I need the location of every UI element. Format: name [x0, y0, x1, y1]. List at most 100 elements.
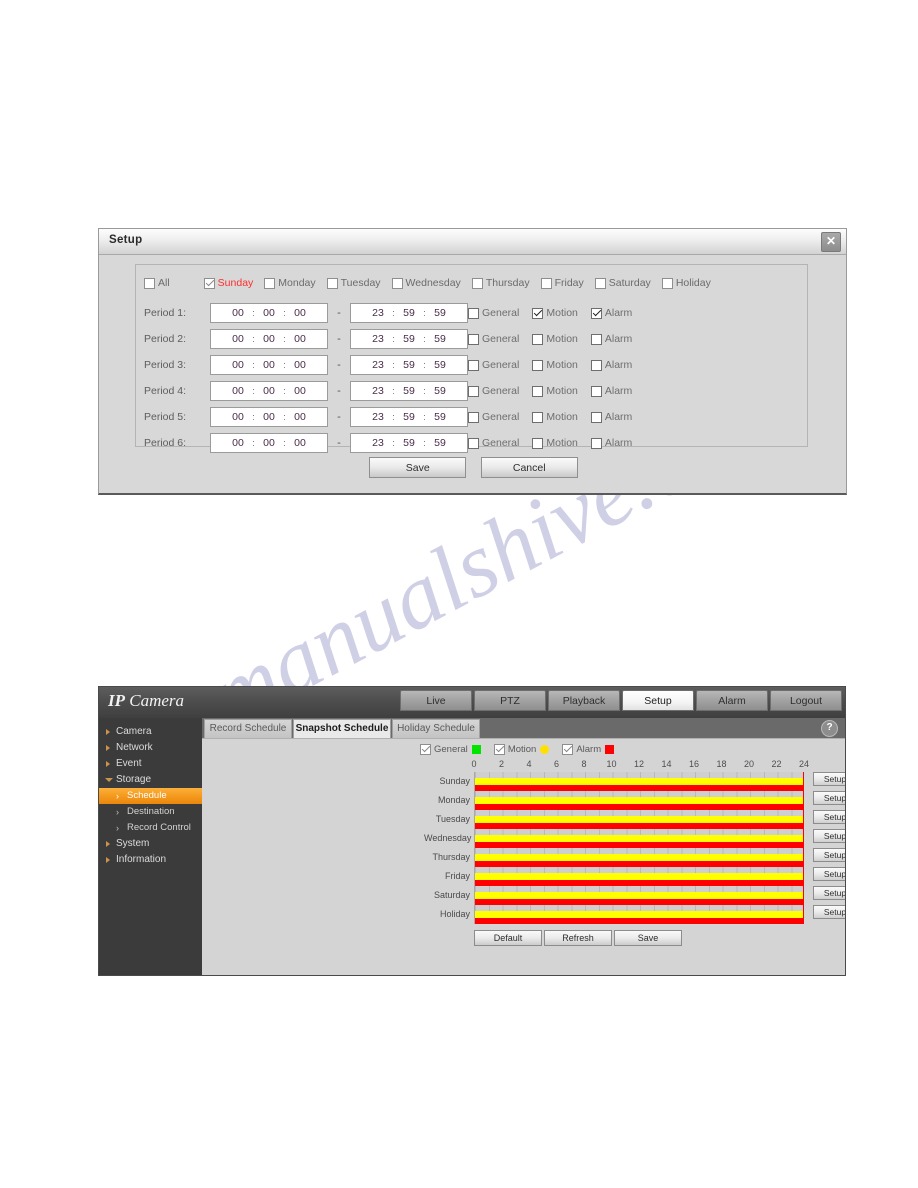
sidebar-item-network[interactable]: Network — [99, 740, 202, 756]
start-s[interactable]: 00 — [289, 437, 311, 449]
tab-snapshot-schedule[interactable]: Snapshot Schedule — [293, 719, 391, 738]
help-icon[interactable]: ? — [821, 720, 838, 737]
checkbox-icon[interactable] — [532, 333, 544, 345]
start-s[interactable]: 00 — [289, 411, 311, 423]
general-checkbox[interactable]: General — [468, 411, 519, 423]
end-m[interactable]: 59 — [398, 307, 420, 319]
end-h[interactable]: 23 — [367, 333, 389, 345]
end-s[interactable]: 59 — [429, 333, 451, 345]
legend-item-general[interactable]: General — [420, 744, 481, 755]
motion-checkbox[interactable]: Motion — [532, 359, 578, 371]
checkbox-icon[interactable] — [471, 277, 483, 289]
action-button-save[interactable]: Save — [614, 930, 682, 946]
checkbox-icon[interactable] — [590, 411, 602, 423]
day-checkbox-sunday[interactable]: Sunday — [203, 277, 253, 289]
start-time-input[interactable]: 00:00:00 — [210, 303, 328, 323]
checkbox-icon[interactable] — [540, 277, 552, 289]
legend-item-alarm[interactable]: Alarm — [562, 744, 615, 755]
start-m[interactable]: 00 — [258, 359, 280, 371]
start-h[interactable]: 00 — [227, 359, 249, 371]
legend-item-motion[interactable]: Motion — [493, 744, 550, 755]
nav-button-live[interactable]: Live — [400, 690, 472, 711]
setup-button-wednesday[interactable]: Setup — [813, 829, 845, 843]
schedule-row-friday[interactable] — [474, 867, 804, 886]
end-m[interactable]: 59 — [398, 333, 420, 345]
action-button-refresh[interactable]: Refresh — [544, 930, 612, 946]
checkbox-icon[interactable] — [661, 277, 673, 289]
checkbox-icon[interactable] — [532, 385, 544, 397]
general-checkbox[interactable]: General — [468, 437, 519, 449]
start-time-input[interactable]: 00:00:00 — [210, 433, 328, 453]
alarm-checkbox[interactable]: Alarm — [590, 437, 632, 449]
checkbox-icon[interactable] — [532, 437, 544, 449]
end-time-input[interactable]: 23:59:59 — [350, 303, 468, 323]
sidebar-item-event[interactable]: Event — [99, 756, 202, 772]
checkbox-icon[interactable] — [562, 744, 574, 755]
setup-button-monday[interactable]: Setup — [813, 791, 845, 805]
general-checkbox[interactable]: General — [468, 307, 519, 319]
start-m[interactable]: 00 — [258, 437, 280, 449]
end-m[interactable]: 59 — [398, 437, 420, 449]
checkbox-icon[interactable] — [532, 359, 544, 371]
start-time-input[interactable]: 00:00:00 — [210, 381, 328, 401]
setup-button-holiday[interactable]: Setup — [813, 905, 845, 919]
general-checkbox[interactable]: General — [468, 385, 519, 397]
checkbox-icon[interactable] — [590, 359, 602, 371]
nav-button-playback[interactable]: Playback — [548, 690, 620, 711]
end-h[interactable]: 23 — [367, 385, 389, 397]
end-s[interactable]: 59 — [429, 307, 451, 319]
end-m[interactable]: 59 — [398, 359, 420, 371]
end-h[interactable]: 23 — [367, 411, 389, 423]
nav-button-ptz[interactable]: PTZ — [474, 690, 546, 711]
end-time-input[interactable]: 23:59:59 — [350, 329, 468, 349]
end-h[interactable]: 23 — [367, 359, 389, 371]
schedule-row-holiday[interactable] — [474, 905, 804, 924]
day-checkbox-friday[interactable]: Friday — [540, 277, 584, 289]
checkbox-icon[interactable] — [532, 411, 544, 423]
motion-checkbox[interactable]: Motion — [532, 333, 578, 345]
checkbox-icon[interactable] — [493, 744, 505, 755]
checkbox-icon[interactable] — [264, 277, 276, 289]
close-icon[interactable]: ✕ — [821, 232, 841, 252]
start-s[interactable]: 00 — [289, 359, 311, 371]
end-s[interactable]: 59 — [429, 437, 451, 449]
setup-button-friday[interactable]: Setup — [813, 867, 845, 881]
alarm-checkbox[interactable]: Alarm — [590, 307, 632, 319]
sidebar-item-system[interactable]: System — [99, 836, 202, 852]
nav-button-setup[interactable]: Setup — [622, 690, 694, 711]
day-checkbox-all[interactable]: All — [144, 277, 170, 289]
start-m[interactable]: 00 — [258, 411, 280, 423]
start-h[interactable]: 00 — [227, 333, 249, 345]
checkbox-icon[interactable] — [326, 277, 338, 289]
start-s[interactable]: 00 — [289, 333, 311, 345]
dialog-cancel-button[interactable]: Cancel — [480, 457, 578, 478]
end-h[interactable]: 23 — [367, 307, 389, 319]
schedule-row-sunday[interactable] — [474, 772, 804, 791]
end-time-input[interactable]: 23:59:59 — [350, 381, 468, 401]
checkbox-icon[interactable] — [590, 307, 602, 319]
setup-button-saturday[interactable]: Setup — [813, 886, 845, 900]
start-h[interactable]: 00 — [227, 307, 249, 319]
checkbox-icon[interactable] — [468, 333, 479, 345]
start-time-input[interactable]: 00:00:00 — [210, 329, 328, 349]
checkbox-icon[interactable] — [144, 277, 155, 289]
start-h[interactable]: 00 — [227, 411, 249, 423]
checkbox-icon[interactable] — [203, 277, 215, 289]
dialog-save-button[interactable]: Save — [369, 457, 467, 478]
start-m[interactable]: 00 — [258, 385, 280, 397]
action-button-default[interactable]: Default — [474, 930, 542, 946]
setup-button-tuesday[interactable]: Setup — [813, 810, 845, 824]
end-time-input[interactable]: 23:59:59 — [350, 433, 468, 453]
motion-checkbox[interactable]: Motion — [532, 385, 578, 397]
start-time-input[interactable]: 00:00:00 — [210, 355, 328, 375]
schedule-row-thursday[interactable] — [474, 848, 804, 867]
general-checkbox[interactable]: General — [468, 359, 519, 371]
checkbox-icon[interactable] — [468, 307, 479, 319]
checkbox-icon[interactable] — [590, 385, 602, 397]
nav-button-alarm[interactable]: Alarm — [696, 690, 768, 711]
motion-checkbox[interactable]: Motion — [532, 411, 578, 423]
alarm-checkbox[interactable]: Alarm — [590, 333, 632, 345]
checkbox-icon[interactable] — [590, 437, 602, 449]
checkbox-icon[interactable] — [590, 333, 602, 345]
setup-button-sunday[interactable]: Setup — [813, 772, 845, 786]
